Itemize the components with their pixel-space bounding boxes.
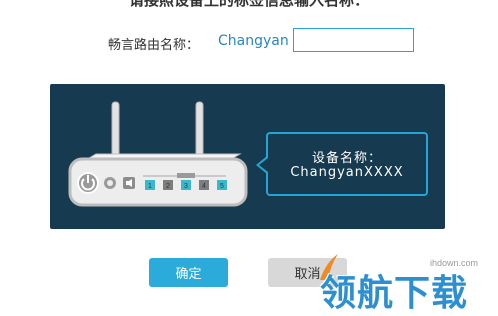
port-3-label: 3 <box>184 183 188 190</box>
confirm-button[interactable]: 确定 <box>149 258 228 287</box>
router-name-input[interactable] <box>293 28 414 52</box>
watermark-text: 领航下载 <box>320 273 469 314</box>
router-name-label: 畅言路由名称： <box>108 38 200 53</box>
port-1-label: 1 <box>148 183 152 190</box>
router-antenna-left <box>111 101 120 158</box>
router-illustration-panel: 1 2 3 4 5 设备名称： ChangyanXXXX <box>50 84 445 229</box>
callout-title: 设备名称： <box>311 151 382 166</box>
port-4-label: 4 <box>202 183 206 190</box>
router-default-name: Changyan <box>218 33 289 49</box>
router-antenna-right <box>195 101 204 158</box>
port-2-label: 2 <box>166 183 170 190</box>
instruction-text: 请接照设备上的标签信息输入名称： <box>128 0 369 9</box>
callout-device-name: ChangyanXXXX <box>290 165 404 180</box>
watermark: ihdown.com 领航下载 <box>318 238 498 314</box>
router-name-row: 畅言路由名称： Changyan <box>0 28 498 56</box>
device-name-callout: 设备名称： ChangyanXXXX <box>256 132 428 196</box>
port-5-label: 5 <box>220 183 224 190</box>
port-bar-highlight <box>177 173 195 178</box>
